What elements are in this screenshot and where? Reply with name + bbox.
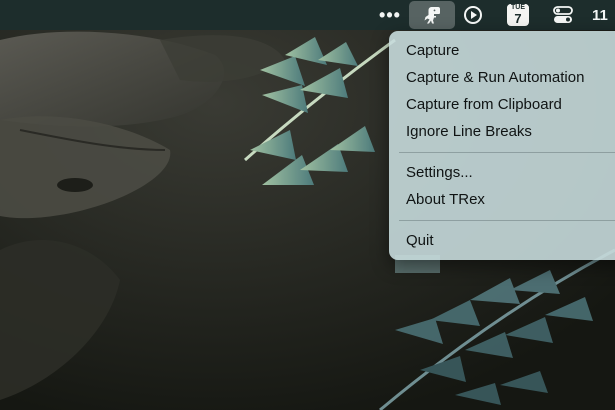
play-circle-icon <box>464 6 482 24</box>
menu-separator <box>399 220 615 221</box>
calendar-badge: TUE 7 <box>507 4 529 26</box>
menu-item-capture[interactable]: Capture <box>406 40 459 62</box>
menu-item-about-trex[interactable]: About TRex <box>406 189 485 211</box>
play-icon[interactable] <box>458 0 488 30</box>
trex-dropdown-menu: Capture Capture & Run Automation Capture… <box>389 31 615 260</box>
menu-bar: ••• TUE 7 11 <box>0 0 615 30</box>
menu-item-quit[interactable]: Quit <box>406 230 434 252</box>
trex-icon[interactable] <box>409 1 455 29</box>
menu-item-capture-from-clipboard[interactable]: Capture from Clipboard <box>406 94 562 116</box>
trex-glyph-icon <box>424 7 440 24</box>
more-icon[interactable]: ••• <box>376 0 404 30</box>
menu-item-ignore-line-breaks[interactable]: Ignore Line Breaks <box>406 121 532 143</box>
menu-item-capture-run-automation[interactable]: Capture & Run Automation <box>406 67 584 89</box>
calendar-day: 7 <box>514 11 522 26</box>
menubar-clock[interactable]: 11 <box>592 0 615 30</box>
menu-separator <box>399 152 615 153</box>
calendar-icon[interactable]: TUE 7 <box>504 0 532 30</box>
control-center-icon[interactable] <box>549 0 577 30</box>
menu-item-settings[interactable]: Settings... <box>406 162 473 184</box>
toggles-icon <box>553 6 573 23</box>
